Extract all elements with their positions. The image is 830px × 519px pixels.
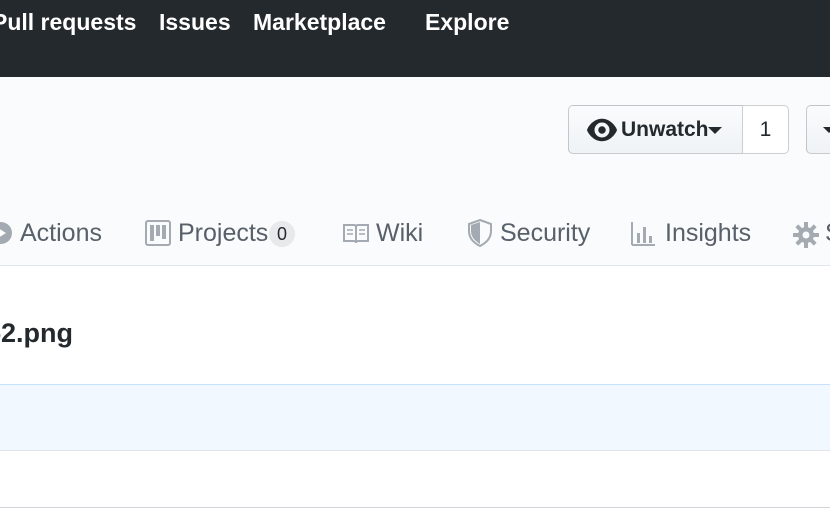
watchers-count[interactable]: 1 — [742, 105, 789, 154]
global-header: Pull requests Issues Marketplace Explore — [0, 0, 830, 77]
tab-security[interactable]: Security — [467, 215, 591, 265]
tab-security-label: Security — [500, 219, 591, 247]
nav-marketplace[interactable]: Marketplace — [253, 8, 386, 36]
gear-icon — [793, 222, 819, 248]
tab-projects-label: Projects — [178, 219, 269, 247]
repo-header: Unwatch 1 Actions Projects 0 Wiki Securi… — [0, 77, 830, 266]
tab-insights[interactable]: Insights — [630, 215, 752, 265]
nav-pull-requests[interactable]: Pull requests — [0, 8, 136, 36]
projects-counter: 0 — [269, 221, 295, 247]
unwatch-label: Unwatch — [621, 118, 709, 141]
file-header — [0, 384, 830, 451]
play-icon — [0, 222, 12, 244]
file-name: 52.png — [0, 318, 74, 348]
star-button[interactable] — [806, 105, 830, 154]
tab-settings[interactable]: S — [793, 215, 830, 265]
tab-wiki-label: Wiki — [376, 219, 424, 247]
caret-down-icon — [823, 127, 830, 133]
eye-icon — [587, 118, 617, 142]
tab-actions[interactable]: Actions — [0, 215, 102, 265]
project-icon — [145, 220, 171, 246]
nav-issues[interactable]: Issues — [159, 8, 231, 36]
graph-icon — [631, 222, 655, 246]
tab-settings-label: S — [825, 215, 830, 251]
tab-insights-label: Insights — [665, 219, 752, 247]
tab-actions-label: Actions — [20, 219, 102, 247]
book-icon — [343, 224, 369, 244]
unwatch-button[interactable]: Unwatch — [568, 105, 743, 154]
shield-icon — [468, 219, 492, 247]
divider — [0, 507, 830, 508]
caret-down-icon — [708, 127, 722, 134]
nav-explore[interactable]: Explore — [425, 8, 509, 36]
tab-projects[interactable]: Projects 0 — [145, 215, 297, 265]
tab-wiki[interactable]: Wiki — [343, 215, 425, 265]
